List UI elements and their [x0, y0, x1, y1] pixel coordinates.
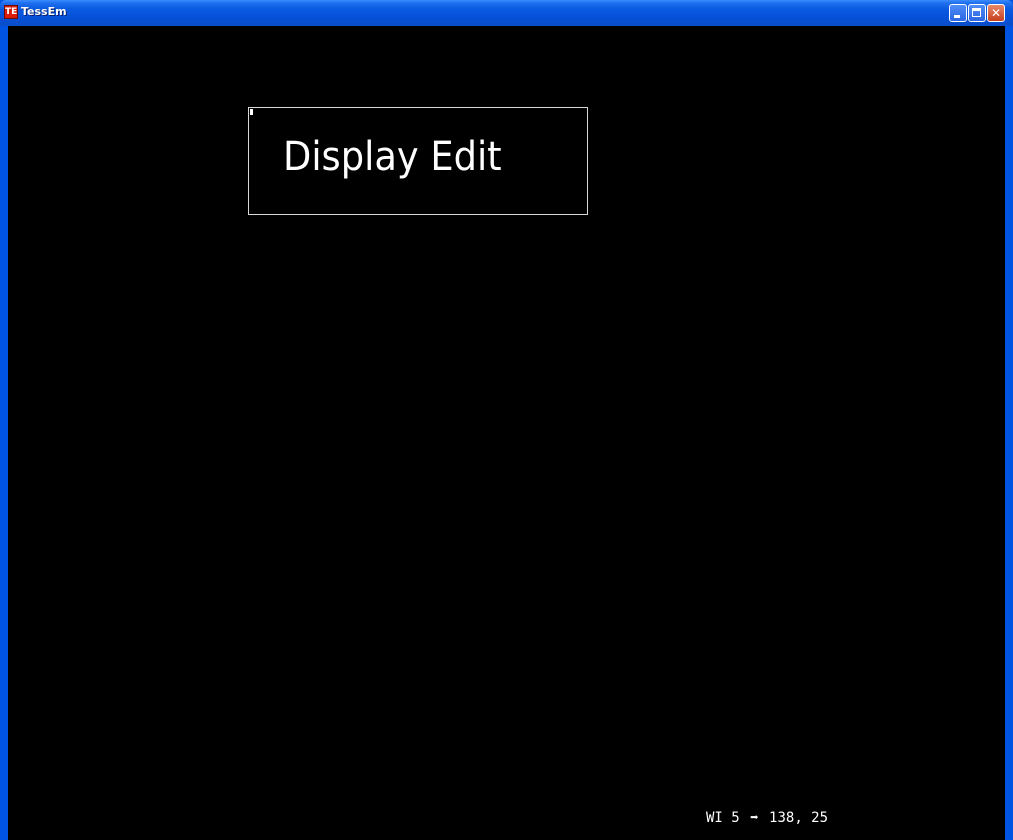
status-line: WI 5 ➡ 138, 25	[706, 810, 828, 826]
emulator-screen[interactable]: Display Edit WI 5 ➡ 138, 25	[8, 26, 1005, 840]
status-coordinates: 138, 25	[769, 810, 829, 826]
tessem-app-icon[interactable]: TE	[4, 5, 18, 19]
maximize-icon	[972, 8, 981, 17]
tessem-window: TE TessEm ✕ Display Edit WI 5 ➡ 138, 25	[0, 0, 1013, 840]
status-prefix: WI 5	[706, 810, 740, 826]
display-edit-box: Display Edit	[248, 107, 588, 215]
window-title: TessEm	[21, 5, 67, 18]
close-button[interactable]: ✕	[987, 4, 1005, 22]
minimize-button[interactable]	[949, 4, 967, 22]
close-icon: ✕	[990, 6, 1002, 20]
display-edit-title: Display Edit	[283, 134, 502, 180]
title-bar[interactable]: TE TessEm ✕	[0, 0, 1013, 26]
right-arrow-icon: ➡	[750, 810, 759, 826]
maximize-button[interactable]	[968, 4, 986, 22]
text-cursor	[250, 109, 253, 115]
minimize-icon	[954, 15, 960, 18]
